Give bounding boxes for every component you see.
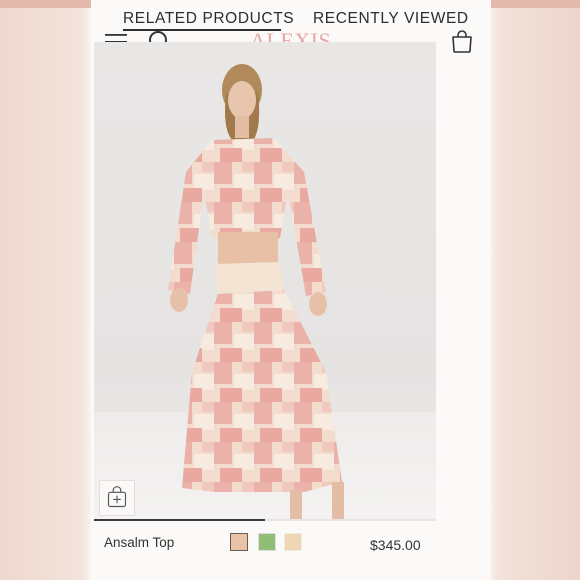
add-to-bag-icon[interactable] [99,480,135,516]
product-name[interactable]: Ansalm Top [104,535,174,550]
product-price: $345.00 [370,537,421,553]
tab-related-products[interactable]: RELATED PRODUCTS [123,10,294,28]
product-image[interactable] [94,42,436,520]
tab-recently-viewed[interactable]: RECENTLY VIEWED [313,10,469,28]
blush-swatch[interactable] [230,533,248,551]
green-swatch[interactable] [258,533,276,551]
shopping-bag-icon[interactable] [451,29,473,53]
model-figure [168,64,344,520]
tab-bar: RELATED PRODUCTS RECENTLY VIEWED [91,4,491,30]
cream-swatch[interactable] [284,533,302,551]
gallery-progress [94,519,436,521]
active-tab-underline [123,29,281,31]
app-screen: RELATED PRODUCTS RECENTLY VIEWED ALEXIS [91,0,491,580]
gallery-progress-fill [94,519,265,521]
